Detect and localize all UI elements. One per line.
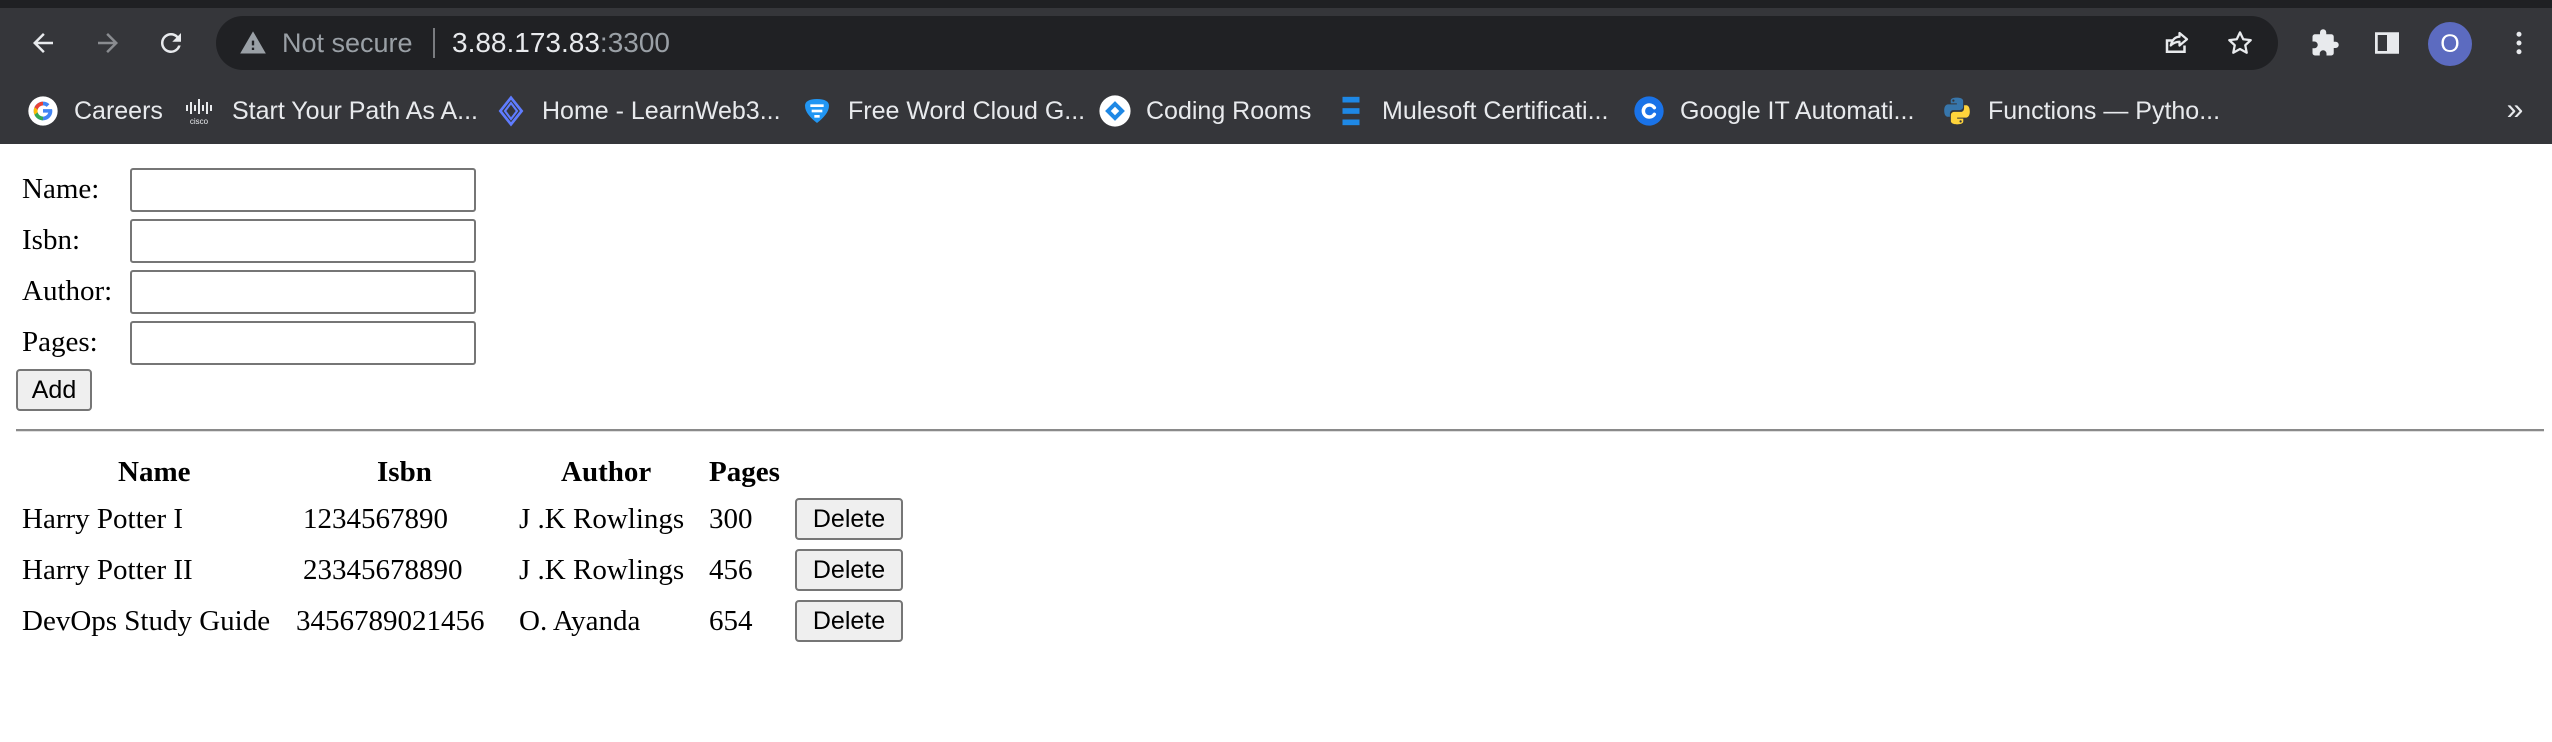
cell-isbn: 3456789021456 — [296, 605, 485, 637]
warning-icon[interactable] — [238, 29, 268, 57]
extensions-icon — [2312, 29, 2339, 56]
reload-button[interactable] — [148, 20, 194, 66]
name-input[interactable] — [130, 168, 476, 212]
isbn-input[interactable] — [130, 219, 476, 263]
page-content: Name: Isbn: Author: Pages: Add Name Isbn… — [0, 144, 2552, 742]
star-icon — [2228, 31, 2252, 54]
svg-text:cisco: cisco — [190, 117, 209, 126]
header-author: Author — [561, 456, 652, 488]
python-icon — [1940, 94, 1974, 128]
cell-author: J .K Rowlings — [519, 554, 685, 586]
address-bar[interactable]: Not secure 3.88.173.83:3300 — [216, 16, 2278, 70]
bookmark-coding-rooms[interactable]: Coding Rooms — [1098, 91, 1311, 131]
omnibox-divider — [433, 28, 435, 58]
bookmark-word-cloud[interactable]: Free Word Cloud G... — [800, 91, 1085, 131]
cell-name: DevOps Study Guide — [22, 605, 271, 637]
cell-pages: 654 — [709, 605, 753, 637]
url-host: 3.88.173.83 — [452, 27, 600, 58]
delete-button[interactable]: Delete — [795, 549, 903, 591]
bookmark-label: Coding Rooms — [1146, 96, 1312, 125]
tab-strip — [0, 0, 2552, 8]
bookmark-label: Google IT Automati... — [1680, 96, 1915, 125]
bookmark-label: Start Your Path As A... — [232, 96, 478, 125]
bookmarks-bar: Careers cisco Start Your Path As A... Ho… — [0, 78, 2552, 144]
learnweb3-icon — [494, 94, 528, 128]
kebab-menu-icon — [2516, 31, 2522, 55]
header-name: Name — [118, 456, 191, 488]
cell-name: Harry Potter II — [22, 554, 193, 586]
bookmark-label: Careers — [74, 96, 163, 125]
cell-name: Harry Potter I — [22, 503, 184, 535]
side-panel-button[interactable] — [2364, 20, 2410, 66]
author-label: Author: — [22, 275, 113, 307]
bookmark-python[interactable]: Functions — Pytho... — [1940, 91, 2220, 131]
back-button[interactable] — [20, 20, 66, 66]
url-port: :3300 — [599, 27, 670, 58]
forward-icon — [98, 33, 118, 53]
header-pages: Pages — [709, 456, 780, 488]
extensions-button[interactable] — [2302, 20, 2348, 66]
bookmark-label: Home - LearnWeb3... — [542, 96, 781, 125]
profile-avatar[interactable]: O — [2428, 22, 2472, 66]
name-label: Name: — [22, 173, 100, 205]
url-text[interactable]: 3.88.173.83:3300 — [452, 28, 670, 58]
cell-author: J .K Rowlings — [519, 503, 685, 535]
security-label[interactable]: Not secure — [282, 29, 413, 57]
coding-rooms-icon — [1098, 94, 1132, 128]
cell-isbn: 23345678890 — [303, 554, 463, 586]
reload-icon — [160, 32, 181, 53]
divider — [16, 429, 2544, 432]
cell-author: O. Ayanda — [519, 605, 641, 637]
pages-input[interactable] — [130, 321, 476, 365]
coursera-icon — [1632, 94, 1666, 128]
bookmark-mulesoft[interactable]: Mulesoft Certificati... — [1334, 91, 1608, 131]
bookmark-cisco[interactable]: cisco Start Your Path As A... — [184, 91, 478, 131]
forward-button[interactable] — [85, 20, 131, 66]
cell-pages: 456 — [709, 554, 753, 586]
bookmark-label: Free Word Cloud G... — [848, 96, 1086, 125]
share-icon — [2165, 31, 2189, 53]
delete-button[interactable]: Delete — [795, 600, 903, 642]
bookmark-label: Mulesoft Certificati... — [1382, 96, 1609, 125]
cisco-icon: cisco — [184, 94, 218, 128]
more-bookmarks-button[interactable]: » — [2498, 94, 2532, 128]
back-icon — [33, 33, 53, 53]
bookmark-learnweb3[interactable]: Home - LearnWeb3... — [494, 91, 781, 131]
cell-isbn: 1234567890 — [303, 503, 448, 535]
bookmark-careers[interactable]: Careers — [26, 91, 163, 131]
cell-pages: 300 — [709, 503, 753, 535]
mulesoft-icon — [1334, 94, 1368, 128]
browser-toolbar: Not secure 3.88.173.83:3300 O — [0, 8, 2552, 78]
isbn-label: Isbn: — [22, 224, 80, 256]
bookmark-google-it[interactable]: Google IT Automati... — [1632, 91, 1914, 131]
header-isbn: Isbn — [377, 456, 432, 488]
browser-menu-button[interactable] — [2496, 20, 2542, 66]
bookmark-label: Functions — Pytho... — [1988, 96, 2221, 125]
share-button[interactable] — [2158, 24, 2196, 62]
word-cloud-icon — [800, 94, 834, 128]
side-panel-icon — [2375, 32, 2399, 54]
google-icon — [26, 94, 60, 128]
add-button[interactable]: Add — [16, 369, 92, 411]
delete-button[interactable]: Delete — [795, 498, 903, 540]
bookmark-star-button[interactable] — [2221, 24, 2259, 62]
author-input[interactable] — [130, 270, 476, 314]
pages-label: Pages: — [22, 326, 98, 358]
